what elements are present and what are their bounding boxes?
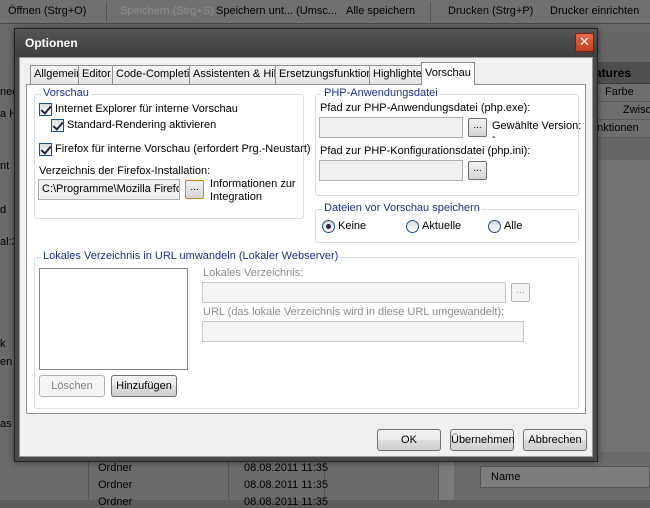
integration-info-label: Informationen zur	[210, 178, 296, 190]
selected-version-value: -	[492, 131, 496, 143]
apply-button[interactable]: Übernehmen	[450, 429, 515, 451]
tab-editor[interactable]: Editor	[78, 65, 115, 84]
firefox-dir-label: Verzeichnis der Firefox-Installation:	[39, 165, 211, 177]
save-all-button[interactable]: Alle speichern	[346, 5, 415, 17]
open-button[interactable]: Öffnen (Strg+O)	[8, 5, 86, 17]
add-button[interactable]: Hinzufügen	[111, 375, 177, 397]
local-directory-field[interactable]	[202, 282, 506, 303]
local-directory-title: Lokales Verzeichnis in URL umwandeln (Lo…	[41, 250, 341, 262]
save-all-label: Alle	[504, 220, 523, 232]
php-ini-field[interactable]	[319, 160, 463, 181]
ie-preview-checkbox[interactable]	[39, 103, 52, 116]
options-dialog: Optionen ✕ Allgemein Editor Code-Complet…	[14, 28, 598, 462]
file-type-cell: Ordner	[98, 462, 133, 474]
save-before-preview-title: Dateien vor Vorschau speichern	[322, 202, 482, 214]
close-icon[interactable]: ✕	[575, 33, 594, 52]
php-group: PHP-Anwendungsdatei Pfad zur PHP-Anwendu…	[315, 87, 582, 196]
save-all-radio[interactable]	[488, 220, 501, 233]
file-date-cell: 08.08.2011 11:35	[244, 496, 329, 508]
firefox-preview-checkbox[interactable]	[39, 143, 52, 156]
file-date-cell: 08.08.2011 11:35	[244, 479, 329, 491]
save-as-button[interactable]: Speichern unt... (Umsc...	[216, 5, 337, 17]
file-date-cell: 08.08.2011 11:35	[244, 462, 329, 474]
php-group-title: PHP-Anwendungsdatei	[322, 87, 440, 99]
save-current-label: Aktuelle	[422, 220, 462, 232]
php-exe-browse-button[interactable]: ...	[468, 118, 487, 137]
php-exe-field[interactable]	[319, 117, 463, 138]
print-button[interactable]: Drucken (Strg+P)	[448, 5, 533, 17]
integration-info-label-2: Integration	[210, 191, 262, 203]
save-current-radio[interactable]	[406, 220, 419, 233]
toolbar-separator	[106, 2, 107, 22]
selected-version-label: Gewählte Version:	[492, 120, 582, 132]
save-before-preview-group: Dateien vor Vorschau speichern Keine Akt…	[315, 202, 579, 243]
cancel-button[interactable]: Abbrechen	[523, 429, 587, 451]
ok-button[interactable]: OK	[377, 429, 441, 451]
firefox-dir-browse-button[interactable]: ...	[185, 180, 204, 199]
php-exe-label: Pfad zur PHP-Anwendungsdatei (php.exe):	[320, 102, 531, 114]
preview-group: Vorschau Internet Explorer für interne V…	[34, 87, 311, 219]
save-none-radio[interactable]	[322, 220, 335, 233]
standard-rendering-label: Standard-Rendering aktivieren	[67, 119, 217, 131]
url-field[interactable]	[202, 321, 524, 342]
save-none-label: Keine	[338, 220, 367, 232]
toolbar-separator	[430, 2, 431, 22]
local-directory-label: Lokales Verzeichnis:	[203, 267, 304, 279]
vorschau-tab-panel: Vorschau Internet Explorer für interne V…	[26, 84, 586, 414]
php-ini-browse-button[interactable]: ...	[468, 161, 487, 180]
delete-button[interactable]: Löschen	[39, 375, 105, 397]
url-label: URL (das lokale Verzeichnis wird in dies…	[203, 306, 505, 318]
file-type-cell: Ordner	[98, 479, 133, 491]
preview-group-title: Vorschau	[41, 87, 91, 99]
firefox-dir-field[interactable]: C:\Programme\Mozilla Firefox\	[38, 179, 180, 200]
tab-vorschau[interactable]: Vorschau	[421, 62, 475, 85]
standard-rendering-checkbox[interactable]	[51, 119, 64, 132]
ie-preview-label: Internet Explorer für interne Vorschau	[55, 103, 238, 115]
dialog-title: Optionen	[25, 36, 78, 50]
dialog-title-bar[interactable]: Optionen ✕	[15, 29, 597, 57]
local-directory-list[interactable]	[39, 268, 188, 370]
firefox-preview-label: Firefox für interne Vorschau (erfordert …	[55, 143, 311, 155]
local-directory-group: Lokales Verzeichnis in URL umwandeln (Lo…	[34, 250, 579, 409]
name-column-header[interactable]: Name	[480, 466, 650, 488]
save-button[interactable]: Speichern (Strg+S)	[120, 5, 214, 17]
dialog-client-area: Allgemein Editor Code-Completion Assiste…	[19, 57, 593, 457]
printer-setup-button[interactable]: Drucker einrichten	[550, 5, 639, 17]
local-directory-browse-button[interactable]: ...	[511, 283, 530, 302]
php-ini-label: Pfad zur PHP-Konfigurationsdatei (php.in…	[320, 145, 531, 157]
background-toolbar: Öffnen (Strg+O) Speichern (Strg+S) Speic…	[0, 0, 650, 24]
file-type-cell: Ordner	[98, 496, 133, 508]
